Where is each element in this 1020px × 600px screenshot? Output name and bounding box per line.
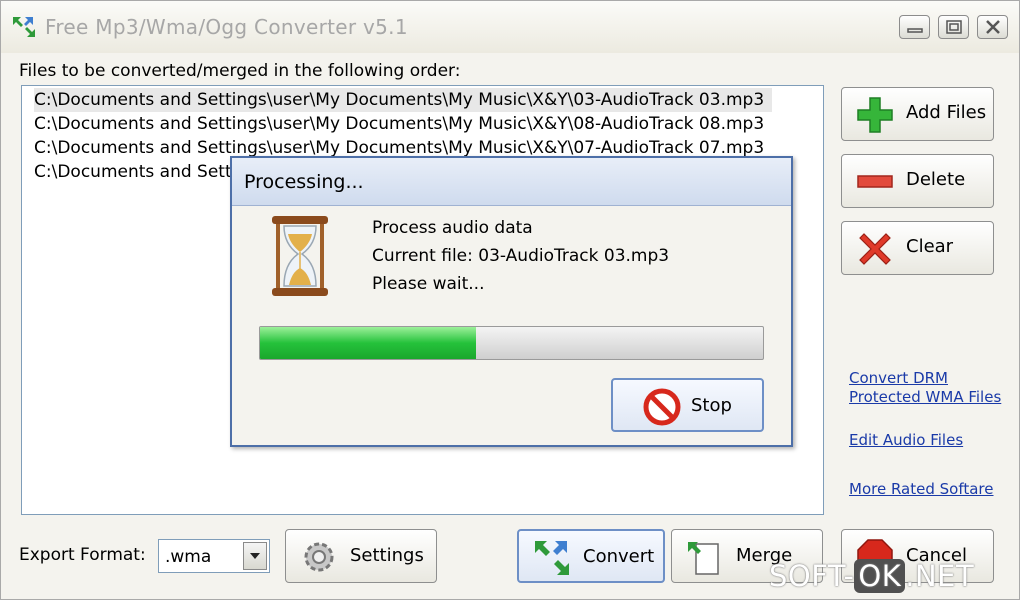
settings-label: Settings (350, 545, 424, 566)
file-list-item[interactable]: C:\Documents and Settings\user\My Docume… (34, 112, 764, 136)
export-format-label: Export Format: (19, 545, 146, 565)
processing-dialog: Processing... Process audio data Current… (230, 156, 793, 447)
chevron-down-icon (250, 553, 260, 559)
export-format-value: .wma (165, 547, 212, 567)
delete-label: Delete (906, 169, 966, 190)
files-list-label: Files to be converted/merged in the foll… (19, 61, 461, 81)
main-window: Free Mp3/Wma/Ogg Converter v5.1 Files to… (0, 0, 1020, 600)
convert-drm-link-line1[interactable]: Convert DRM (849, 369, 1001, 388)
minimize-icon (907, 28, 923, 33)
watermark-part3: .NET (905, 559, 975, 593)
maximize-button[interactable] (938, 15, 969, 39)
close-button[interactable] (977, 15, 1008, 39)
maximize-icon (946, 20, 962, 34)
merge-document-icon (688, 542, 719, 575)
progress-bar-fill (260, 327, 477, 359)
export-format-select[interactable]: .wma (158, 539, 270, 573)
stop-button[interactable]: Stop (611, 378, 764, 432)
title-bar[interactable]: Free Mp3/Wma/Ogg Converter v5.1 (1, 1, 1019, 53)
no-entry-icon (643, 388, 681, 426)
plus-icon (857, 97, 893, 133)
convert-label: Convert (583, 546, 655, 567)
clear-button[interactable]: Clear (841, 221, 994, 275)
dialog-title-bar[interactable]: Processing... (232, 158, 791, 206)
minus-icon (857, 175, 893, 188)
window-title: Free Mp3/Wma/Ogg Converter v5.1 (45, 15, 408, 39)
red-x-icon (859, 233, 891, 265)
convert-drm-link[interactable]: Convert DRM Protected WMA Files (849, 369, 1001, 407)
app-arrows-icon (13, 17, 35, 37)
convert-button[interactable]: Convert (517, 529, 665, 583)
minimize-button[interactable] (899, 15, 930, 39)
gear-icon (304, 542, 334, 572)
file-list-item[interactable]: C:\Documents and Settings\user\My Docume… (34, 88, 773, 112)
add-files-label: Add Files (906, 102, 987, 123)
add-files-button[interactable]: Add Files (841, 87, 994, 141)
dialog-current-file: Current file: 03-AudioTrack 03.mp3 (372, 246, 670, 266)
dropdown-button[interactable] (243, 542, 267, 570)
progress-bar (259, 326, 764, 360)
stop-label: Stop (691, 395, 732, 416)
settings-button[interactable]: Settings (285, 529, 437, 583)
file-list-item[interactable]: C:\Documents and Setti (34, 160, 236, 184)
close-icon (986, 20, 1000, 34)
dialog-wait-text: Please wait... (372, 274, 485, 294)
dialog-title: Processing... (244, 171, 364, 193)
convert-arrows-icon (535, 541, 569, 575)
dialog-status-text: Process audio data (372, 218, 533, 238)
more-rated-link[interactable]: More Rated Softare (849, 480, 994, 499)
edit-audio-link[interactable]: Edit Audio Files (849, 431, 963, 450)
delete-button[interactable]: Delete (841, 154, 994, 208)
hourglass-icon (272, 216, 328, 296)
watermark: SOFT- OK .NET (769, 559, 974, 593)
watermark-part1: SOFT- (769, 559, 855, 593)
convert-drm-link-line2[interactable]: Protected WMA Files (849, 388, 1001, 407)
watermark-ok: OK (854, 559, 906, 593)
clear-label: Clear (906, 236, 954, 257)
